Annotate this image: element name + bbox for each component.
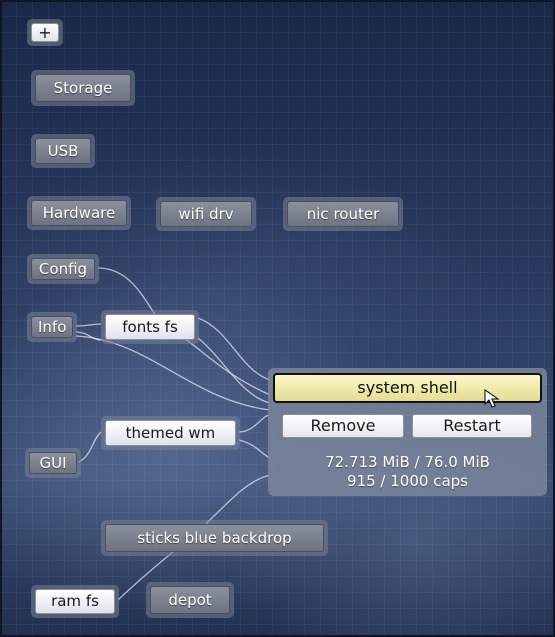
gui-node[interactable]: GUI xyxy=(25,448,81,478)
depot-node[interactable]: depot xyxy=(146,582,234,618)
fonts-fs-node[interactable]: fonts fs xyxy=(101,310,199,344)
gui-label: GUI xyxy=(29,452,77,474)
storage-label: Storage xyxy=(35,74,131,102)
sticks-blue-backdrop-label: sticks blue backdrop xyxy=(105,524,324,552)
hardware-node[interactable]: Hardware xyxy=(27,196,131,230)
ram-usage-text: 72.713 MiB / 76.0 MiB xyxy=(325,453,490,471)
remove-button[interactable]: Remove xyxy=(282,414,404,438)
sticks-blue-backdrop-node[interactable]: sticks blue backdrop xyxy=(101,520,328,556)
info-node[interactable]: Info xyxy=(27,312,77,342)
nic-router-node[interactable]: nic router xyxy=(283,197,403,231)
themed-wm-label: themed wm xyxy=(105,420,236,446)
info-label: Info xyxy=(31,316,73,338)
add-node-button[interactable]: + xyxy=(27,19,63,46)
usb-node[interactable]: USB xyxy=(31,134,95,168)
add-label: + xyxy=(31,23,59,42)
config-label: Config xyxy=(31,258,95,280)
wifi-drv-label: wifi drv xyxy=(160,201,252,227)
fonts-fs-label: fonts fs xyxy=(105,314,195,340)
caps-usage-text: 915 / 1000 caps xyxy=(347,472,468,490)
restart-button[interactable]: Restart xyxy=(412,414,532,438)
system-shell-popup: system shell Remove Restart 72.713 MiB /… xyxy=(268,368,547,496)
storage-node[interactable]: Storage xyxy=(31,70,135,106)
config-node[interactable]: Config xyxy=(27,254,99,284)
usb-label: USB xyxy=(35,138,91,164)
mouse-pointer-icon xyxy=(484,389,500,408)
themed-wm-node[interactable]: themed wm xyxy=(101,416,240,450)
ram-fs-node[interactable]: ram fs xyxy=(31,585,119,618)
ram-fs-label: ram fs xyxy=(35,589,115,614)
depot-label: depot xyxy=(150,586,230,614)
wifi-drv-node[interactable]: wifi drv xyxy=(156,197,256,231)
hardware-label: Hardware xyxy=(31,200,127,226)
nic-router-label: nic router xyxy=(287,201,399,227)
